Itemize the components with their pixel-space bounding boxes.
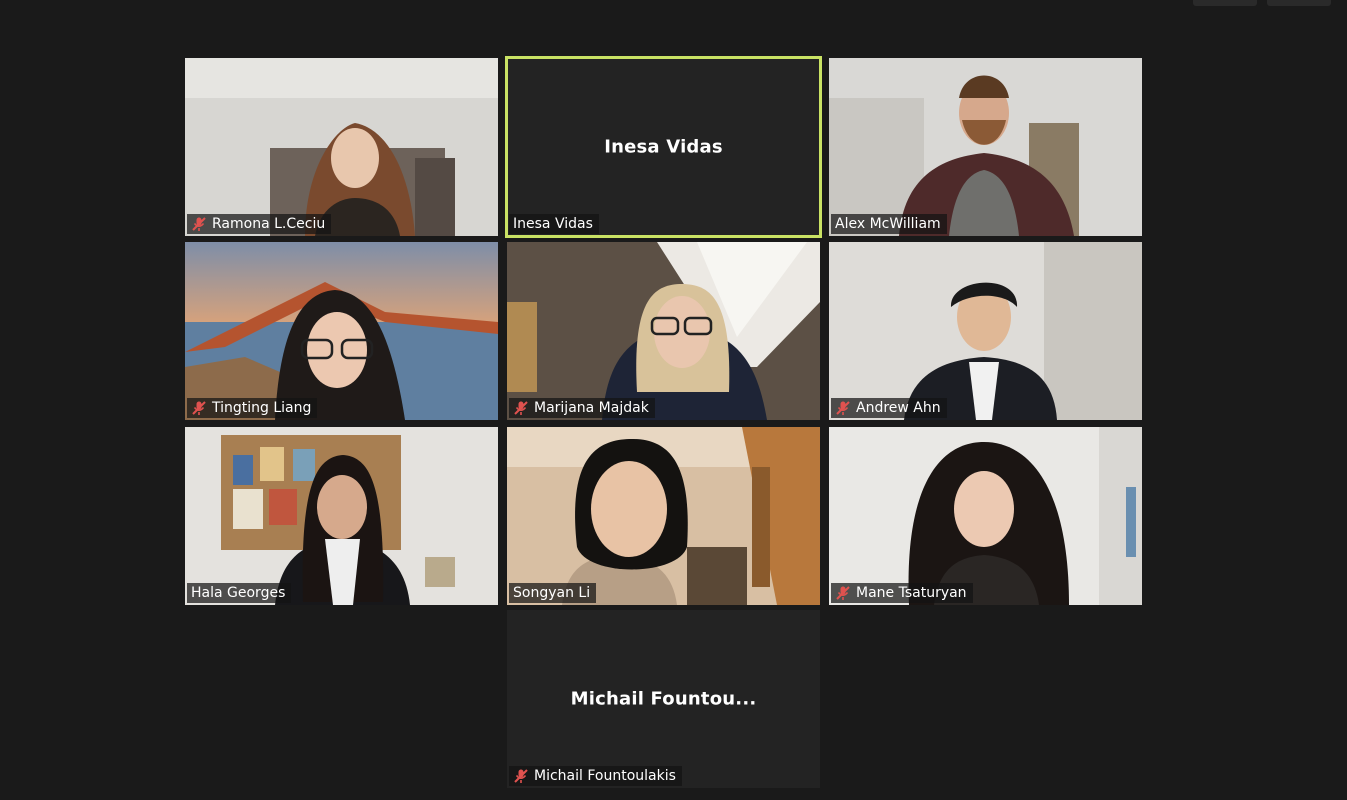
participant-tile[interactable]: Tingting Liang: [185, 242, 498, 420]
top-control-right-2[interactable]: [1267, 0, 1331, 6]
participant-name: Hala Georges: [191, 585, 286, 601]
participant-video: [507, 427, 820, 605]
participant-name-tag: Andrew Ahn: [831, 398, 947, 418]
top-control-right-1[interactable]: [1193, 0, 1257, 6]
participant-name: Andrew Ahn: [856, 400, 941, 416]
muted-mic-icon: [514, 401, 528, 415]
participant-name: Tingting Liang: [212, 400, 312, 416]
participant-video: [507, 242, 820, 420]
muted-mic-icon: [192, 217, 206, 231]
participant-name: Mane Tsaturyan: [856, 585, 967, 601]
participant-tile[interactable]: Hala Georges: [185, 427, 498, 605]
participant-name-tag: Tingting Liang: [187, 398, 318, 418]
muted-mic-icon: [836, 586, 850, 600]
participant-name-tag: Hala Georges: [187, 583, 292, 603]
muted-mic-icon: [192, 401, 206, 415]
participant-tile-active-speaker[interactable]: Inesa Vidas Inesa Vidas: [505, 56, 822, 238]
participant-video: [185, 427, 498, 605]
participant-tile[interactable]: Ramona L.Ceciu: [185, 58, 498, 236]
participant-name: Ramona L.Ceciu: [212, 216, 326, 232]
participant-display-name: Michail Fountou...: [570, 688, 757, 710]
participant-name: Songyan Li: [513, 585, 591, 601]
participant-video: [185, 58, 498, 236]
muted-mic-icon: [836, 401, 850, 415]
muted-mic-icon: [514, 769, 528, 783]
participant-name-tag: Inesa Vidas: [509, 214, 599, 234]
participant-display-name: Inesa Vidas: [604, 136, 723, 158]
participant-video: [829, 58, 1142, 236]
participant-tile[interactable]: Andrew Ahn: [829, 242, 1142, 420]
participant-name-tag: Ramona L.Ceciu: [187, 214, 332, 234]
participant-name-tag: Mane Tsaturyan: [831, 583, 973, 603]
participant-tile[interactable]: Mane Tsaturyan: [829, 427, 1142, 605]
participant-name: Michail Fountoulakis: [534, 768, 676, 784]
participant-video: [185, 242, 498, 420]
participant-tile[interactable]: Michail Fountou... Michail Fountoulakis: [507, 610, 820, 788]
participant-name-tag: Marijana Majdak: [509, 398, 655, 418]
participant-video: [829, 427, 1142, 605]
participant-name-tag: Alex McWilliam: [831, 214, 947, 234]
participant-tile[interactable]: Songyan Li: [507, 427, 820, 605]
participant-name-tag: Michail Fountoulakis: [509, 766, 682, 786]
participant-tile[interactable]: Marijana Majdak: [507, 242, 820, 420]
participant-name-tag: Songyan Li: [509, 583, 597, 603]
participant-tile[interactable]: Alex McWilliam: [829, 58, 1142, 236]
participant-video: [829, 242, 1142, 420]
participant-name: Inesa Vidas: [513, 216, 593, 232]
participant-name: Marijana Majdak: [534, 400, 649, 416]
participant-name: Alex McWilliam: [835, 216, 941, 232]
